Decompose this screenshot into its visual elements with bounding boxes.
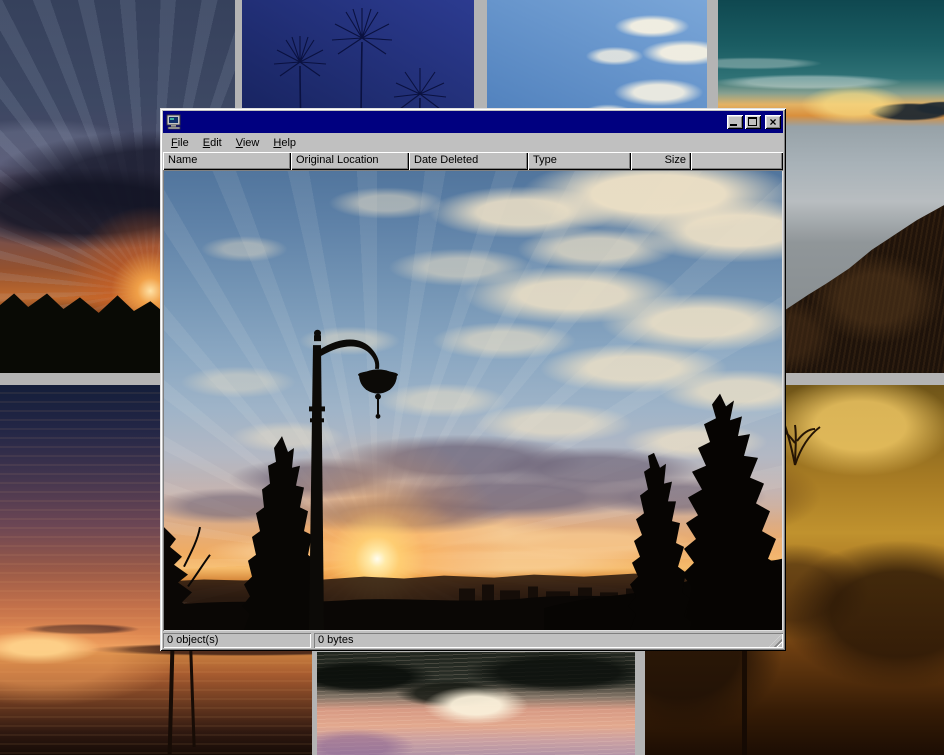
minimize-icon <box>730 124 737 126</box>
minimize-button[interactable] <box>727 115 743 129</box>
photo-silhouettes <box>164 171 782 630</box>
maximize-button[interactable] <box>745 115 761 129</box>
lake-pole-silhouette <box>190 651 196 747</box>
wallpaper-photo-pink-reflections <box>317 652 635 755</box>
menu-view[interactable]: View <box>229 135 267 151</box>
column-header-date-deleted[interactable]: Date Deleted <box>409 152 528 170</box>
left-edge-bush <box>164 527 196 630</box>
right-tree-large <box>682 394 782 630</box>
recycle-bin-window: × FileEditViewHelp NameOriginal Location… <box>160 108 786 651</box>
title-bar[interactable]: × <box>163 111 783 133</box>
column-header-row: NameOriginal LocationDate DeletedTypeSiz… <box>163 152 783 170</box>
file-list-area[interactable] <box>163 170 783 631</box>
right-tree-slim <box>628 453 692 630</box>
close-button[interactable]: × <box>765 115 781 129</box>
column-header-size[interactable]: Size <box>631 152 691 170</box>
status-total-size: 0 bytes <box>314 633 783 648</box>
computer-icon <box>166 114 182 130</box>
status-object-count: 0 object(s) <box>163 633 311 648</box>
menu-edit[interactable]: Edit <box>196 135 229 151</box>
menu-bar: FileEditViewHelp <box>163 133 783 152</box>
column-header-blank[interactable] <box>691 152 783 170</box>
lake-pole-silhouette <box>168 648 175 755</box>
status-bar: 0 object(s) 0 bytes <box>163 633 783 648</box>
window-controls: × <box>727 115 781 129</box>
column-header-original-location[interactable]: Original Location <box>291 152 409 170</box>
menu-help[interactable]: Help <box>266 135 303 151</box>
menu-file[interactable]: File <box>164 135 196 151</box>
column-header-type[interactable]: Type <box>528 152 631 170</box>
close-icon: × <box>765 115 781 129</box>
left-bush-twigs <box>184 527 210 586</box>
maximize-icon <box>748 117 757 126</box>
column-header-name[interactable]: Name <box>163 152 291 170</box>
